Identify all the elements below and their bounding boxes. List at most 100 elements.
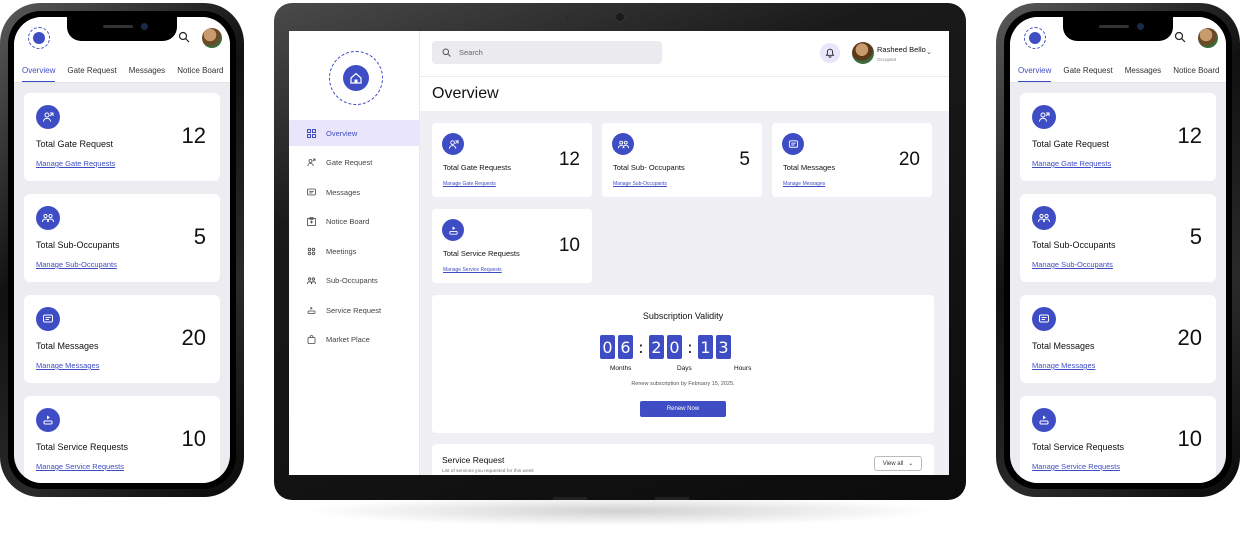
messages-icon xyxy=(782,133,804,155)
subscription-card: Subscription Validity 0 6 : 2 0 : 1 3 Mo… xyxy=(432,295,934,433)
renew-now-button[interactable]: Renew Now xyxy=(640,401,726,417)
user-name[interactable]: Rasheed Bello xyxy=(877,45,926,54)
stat-card-sub-occupants: Total Sub-Occupants 5 Manage Sub-Occupan… xyxy=(1020,194,1216,282)
manage-gate-requests-link[interactable]: Manage Gate Requests xyxy=(443,181,496,187)
sidebar-item-overview[interactable]: Overview xyxy=(289,120,420,146)
estate-logo-icon[interactable] xyxy=(1024,27,1046,49)
estate-logo[interactable] xyxy=(329,51,383,105)
search-icon[interactable] xyxy=(1174,31,1186,43)
messages-icon xyxy=(1032,307,1056,331)
sub-occupants-icon xyxy=(36,206,60,230)
stat-value: 5 xyxy=(1189,224,1202,249)
stat-label: Total Sub-Occupants xyxy=(1032,240,1116,250)
tab-notice-board[interactable]: Notice Board xyxy=(1173,59,1219,82)
sidebar-item-label: Overview xyxy=(326,128,358,138)
tab-messages[interactable]: Messages xyxy=(129,59,165,82)
manage-gate-requests-link[interactable]: Manage Gate Requests xyxy=(36,159,115,168)
stat-value: 12 xyxy=(181,123,206,148)
days-unit-label: Days xyxy=(677,365,692,372)
tablet-screen: Overview Gate Request Messages Notice Bo… xyxy=(289,31,949,475)
sidebar-item-messages[interactable]: Messages xyxy=(289,179,420,205)
renew-note: Renew subscription by February 15, 2025. xyxy=(631,381,735,387)
gate-request-icon xyxy=(36,105,60,129)
manage-service-requests-link[interactable]: Manage Service Requests xyxy=(443,267,502,273)
manage-sub-occupants-link[interactable]: Manage Sub-Occupants xyxy=(1032,260,1113,269)
avatar[interactable] xyxy=(1198,28,1218,48)
avatar[interactable] xyxy=(852,42,874,64)
search-icon[interactable] xyxy=(178,31,190,43)
stat-card-sub-occupants: Total Sub- Occupants 5 Manage Sub-Occupa… xyxy=(602,123,762,197)
search-input[interactable]: Search xyxy=(432,41,662,64)
stat-label: Total Messages xyxy=(783,163,836,172)
avatar[interactable] xyxy=(202,28,222,48)
manage-messages-link[interactable]: Manage Messages xyxy=(1032,361,1095,370)
phone-card-list: Total Gate Request 12 Manage Gate Reques… xyxy=(14,83,230,483)
view-all-dropdown[interactable]: View all ⌄ xyxy=(874,456,922,471)
sidebar-item-meetings[interactable]: Meetings xyxy=(289,238,420,264)
tablet: Overview Gate Request Messages Notice Bo… xyxy=(274,3,966,500)
phone-left-screen: Overview Gate Request Messages Notice Bo… xyxy=(14,17,230,483)
manage-sub-occupants-link[interactable]: Manage Sub-Occupants xyxy=(613,181,667,187)
stat-label: Total Service Requests xyxy=(1032,442,1125,452)
sidebar-item-market-place[interactable]: Market Place xyxy=(289,327,420,353)
stat-card-service-requests: Total Service Requests 10 Manage Service… xyxy=(432,209,592,283)
tab-gate-request[interactable]: Gate Request xyxy=(1063,59,1112,82)
stat-value: 10 xyxy=(1177,426,1202,451)
manage-service-requests-link[interactable]: Manage Service Requests xyxy=(1032,462,1120,471)
phone-notch xyxy=(1063,17,1173,41)
countdown-timer: 0 6 : 2 0 : 1 3 xyxy=(600,335,731,359)
stat-label: Total Sub-Occupants xyxy=(36,240,120,250)
tablet-camera xyxy=(615,12,625,22)
sidebar-item-service-request[interactable]: Service Request xyxy=(289,297,420,323)
tab-overview[interactable]: Overview xyxy=(22,59,56,82)
manage-sub-occupants-link[interactable]: Manage Sub-Occupants xyxy=(36,260,117,269)
days-digit: 0 xyxy=(667,335,682,359)
notification-bell-icon[interactable] xyxy=(820,43,840,63)
search-icon xyxy=(442,48,451,57)
manage-messages-link[interactable]: Manage Messages xyxy=(36,361,99,370)
stat-value: 5 xyxy=(193,224,206,249)
stat-card-service-requests: Total Service Requests 10 Manage Service… xyxy=(1020,396,1216,483)
service-request-subtitle: List of services you requested for this … xyxy=(442,469,534,474)
phone-left: Overview Gate Request Messages Notice Bo… xyxy=(0,3,244,497)
messages-icon xyxy=(307,188,316,197)
sidebar-item-label: Notice Board xyxy=(326,217,370,226)
chevron-down-icon[interactable]: ⌄ xyxy=(926,48,932,56)
manage-messages-link[interactable]: Manage Messages xyxy=(783,181,825,187)
gate-request-icon xyxy=(442,133,464,155)
months-digit: 0 xyxy=(600,335,615,359)
tab-messages[interactable]: Messages xyxy=(1125,59,1161,82)
service-request-icon xyxy=(307,306,316,315)
subscription-title: Subscription Validity xyxy=(642,311,724,321)
phone-card-list: Total Gate Request 12 Manage Gate Reques… xyxy=(1010,83,1226,483)
sidebar-item-sub-occupants[interactable]: Sub-Occupants xyxy=(289,268,420,294)
sidebar-item-label: Gate Request xyxy=(326,158,373,167)
tab-gate-request[interactable]: Gate Request xyxy=(67,59,116,82)
stat-value: 20 xyxy=(181,325,206,350)
stat-card-gate-requests: Total Gate Requests 12 Manage Gate Reque… xyxy=(432,123,592,197)
service-request-card: Service Request List of services you req… xyxy=(432,444,934,475)
hours-digit: 3 xyxy=(716,335,731,359)
tab-overview[interactable]: Overview xyxy=(1018,59,1052,82)
sidebar-item-notice-board[interactable]: Notice Board xyxy=(289,209,420,235)
stat-card-sub-occupants: Total Sub-Occupants 5 Manage Sub-Occupan… xyxy=(24,194,220,282)
manage-gate-requests-link[interactable]: Manage Gate Requests xyxy=(1032,159,1111,168)
stat-label: Total Service Requests xyxy=(443,249,520,258)
hours-unit-label: Hours xyxy=(734,365,752,372)
gate-request-icon xyxy=(307,158,316,167)
manage-service-requests-link[interactable]: Manage Service Requests xyxy=(36,462,124,471)
stat-value: 10 xyxy=(181,426,206,451)
stat-label: Total Sub- Occupants xyxy=(613,163,685,172)
stat-value: 12 xyxy=(1177,123,1202,148)
sidebar-item-gate-request[interactable]: Gate Request xyxy=(289,150,420,176)
tab-notice-board[interactable]: Notice Board xyxy=(177,59,223,82)
page-title: Overview xyxy=(432,85,499,102)
stat-value: 20 xyxy=(898,149,920,170)
user-role: Occupant xyxy=(877,57,897,62)
stat-card-messages: Total Messages 20 Manage Messages xyxy=(1020,295,1216,383)
search-placeholder: Search xyxy=(459,48,483,57)
months-digit: 6 xyxy=(618,335,633,359)
service-request-icon xyxy=(442,219,464,241)
stat-card-messages: Total Messages 20 Manage Messages xyxy=(24,295,220,383)
estate-logo-icon[interactable] xyxy=(28,27,50,49)
